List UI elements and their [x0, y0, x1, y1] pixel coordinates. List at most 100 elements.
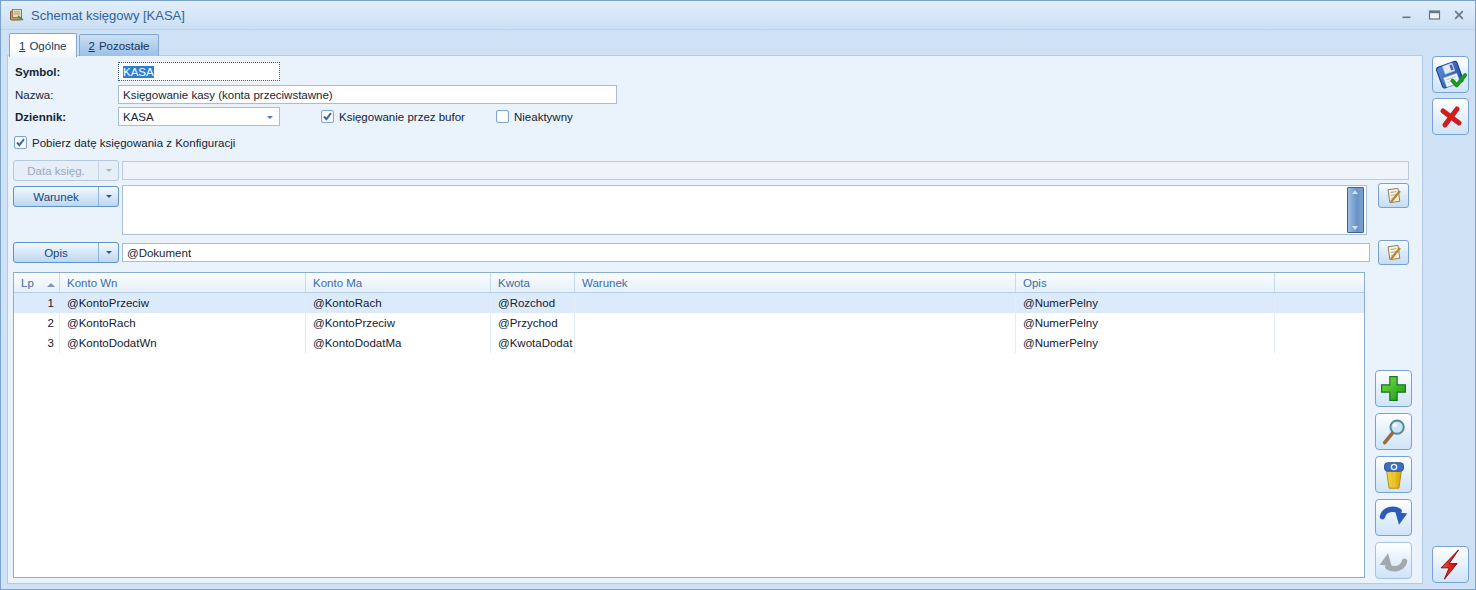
chevron-down-icon	[106, 169, 112, 175]
lightning-icon	[1434, 548, 1468, 582]
expression-icon	[1383, 186, 1405, 205]
cell-konto-wn: @KontoPrzeciw	[60, 293, 306, 313]
cell-opis: @NumerPelny	[1016, 313, 1275, 333]
tab-ogolne-label: Ogólne	[29, 40, 66, 52]
warunek-dropdown[interactable]	[98, 187, 118, 206]
check-icon	[15, 137, 26, 148]
table-header: Lp Konto Wn Konto Ma Kwota Warunek Opis	[14, 273, 1364, 293]
column-header-warunek[interactable]: Warunek	[575, 273, 1016, 292]
pobierz-label: Pobierz datę księgowania z Konfiguracji	[32, 137, 235, 149]
cell-filler	[1275, 313, 1364, 333]
nazwa-input[interactable]: Księgowanie kasy (konta przeciwstawne)	[118, 85, 617, 104]
revert-button[interactable]	[1375, 542, 1412, 579]
revert-icon	[1377, 544, 1410, 577]
save-icon	[1434, 58, 1468, 92]
nazwa-value: Księgowanie kasy (konta przeciwstawne)	[123, 89, 333, 101]
undo-icon	[1377, 501, 1410, 534]
search-icon	[1378, 416, 1410, 448]
cell-filler	[1275, 293, 1364, 313]
cell-konto-wn: @KontoRach	[60, 313, 306, 333]
tab-ogolne-num: 1	[19, 40, 25, 52]
table-row[interactable]: 3 @KontoDodatWn @KontoDodatMa @KwotaDoda…	[14, 333, 1364, 353]
scroll-up-icon[interactable]	[1352, 190, 1358, 194]
cell-lp: 3	[14, 333, 60, 353]
column-header-lp[interactable]: Lp	[14, 273, 60, 292]
nazwa-label: Nazwa:	[15, 89, 53, 101]
cell-opis: @NumerPelny	[1016, 333, 1275, 353]
cell-lp: 1	[14, 293, 60, 313]
schemat-ksiegowy-window: Schemat księgowy [KASA] 1 Ogólne 2 Pozos…	[0, 0, 1476, 590]
add-icon	[1377, 372, 1410, 405]
undo-button[interactable]	[1375, 499, 1412, 536]
cell-filler	[1275, 333, 1364, 353]
nieaktywny-label: Nieaktywny	[514, 111, 573, 123]
column-header-konto-wn[interactable]: Konto Wn	[60, 273, 306, 292]
warunek-button-label: Warunek	[14, 187, 98, 206]
opis-button[interactable]: Opis	[13, 242, 119, 263]
check-icon	[322, 111, 333, 122]
cell-kwota: @Przychod	[491, 313, 575, 333]
warunek-button[interactable]: Warunek	[13, 186, 119, 207]
delete-icon	[1377, 458, 1411, 492]
warunek-textarea[interactable]	[122, 185, 1367, 235]
column-header-opis[interactable]: Opis	[1016, 273, 1275, 292]
chevron-down-icon	[106, 195, 112, 201]
save-button[interactable]	[1432, 56, 1469, 93]
scroll-down-icon[interactable]	[1352, 226, 1358, 230]
cell-warunek	[575, 313, 1016, 333]
data-ksieg-dropdown	[98, 161, 118, 180]
checkbox-nieaktywny[interactable]	[496, 110, 509, 123]
tab-pozostale-num: 2	[89, 40, 95, 52]
cell-lp: 2	[14, 313, 60, 333]
opis-expression-button[interactable]	[1378, 240, 1409, 265]
column-header-filler	[1275, 273, 1364, 292]
dziennik-combo[interactable]: KASA	[118, 107, 280, 126]
dziennik-value: KASA	[123, 111, 154, 123]
close-button[interactable]	[1451, 7, 1467, 23]
titlebar: Schemat księgowy [KASA]	[1, 1, 1475, 30]
opis-dropdown[interactable]	[98, 243, 118, 262]
symbol-value: KASA	[123, 66, 154, 78]
column-header-konto-ma[interactable]: Konto Ma	[306, 273, 491, 292]
cell-kwota: @KwotaDodat	[491, 333, 575, 353]
cell-konto-ma: @KontoPrzeciw	[306, 313, 491, 333]
maximize-button[interactable]	[1426, 7, 1442, 23]
minimize-button[interactable]	[1399, 7, 1415, 23]
tab-ogolne[interactable]: 1 Ogólne	[9, 33, 77, 57]
warunek-scrollbar[interactable]	[1347, 187, 1364, 233]
tab-pozostale-label: Pozostałe	[99, 40, 150, 52]
dziennik-label: Dziennik:	[15, 111, 66, 123]
symbol-input[interactable]: KASA	[118, 62, 280, 81]
data-ksieg-button-label: Data księg.	[14, 161, 98, 180]
expression-icon	[1383, 243, 1405, 262]
add-button[interactable]	[1375, 370, 1412, 407]
tab-pozostale[interactable]: 2 Pozostałe	[79, 34, 160, 56]
column-header-kwota[interactable]: Kwota	[491, 273, 575, 292]
cancel-icon	[1435, 101, 1467, 133]
cell-warunek	[575, 333, 1016, 353]
symbol-label: Symbol:	[15, 66, 60, 78]
checkbox-pobierz-date[interactable]	[14, 136, 27, 149]
search-button[interactable]	[1375, 413, 1412, 450]
lp-header-label: Lp	[21, 277, 34, 292]
cell-kwota: @Rozchod	[491, 293, 575, 313]
run-button[interactable]	[1432, 546, 1469, 583]
checkbox-ksiegowanie-przez-bufor[interactable]	[321, 110, 334, 123]
table-row[interactable]: 2 @KontoRach @KontoPrzeciw @Przychod @Nu…	[14, 313, 1364, 333]
table-row[interactable]: 1 @KontoPrzeciw @KontoRach @Rozchod @Num…	[14, 293, 1364, 313]
dziennik-dropdown-icon[interactable]	[267, 116, 273, 122]
tab-strip: 1 Ogólne 2 Pozostałe	[9, 33, 159, 57]
window-title: Schemat księgowy [KASA]	[31, 8, 185, 23]
warunek-expression-button[interactable]	[1378, 183, 1409, 208]
delete-button[interactable]	[1375, 456, 1412, 493]
window-icon	[9, 7, 25, 23]
opis-button-label: Opis	[14, 243, 98, 262]
sort-asc-icon	[47, 279, 55, 287]
positions-table: Lp Konto Wn Konto Ma Kwota Warunek Opis …	[13, 272, 1365, 578]
cell-opis: @NumerPelny	[1016, 293, 1275, 313]
opis-input[interactable]: @Dokument	[122, 243, 1370, 262]
data-ksieg-button: Data księg.	[13, 160, 119, 181]
chevron-down-icon	[106, 251, 112, 257]
cancel-button[interactable]	[1432, 98, 1469, 135]
opis-value: @Dokument	[127, 247, 191, 259]
